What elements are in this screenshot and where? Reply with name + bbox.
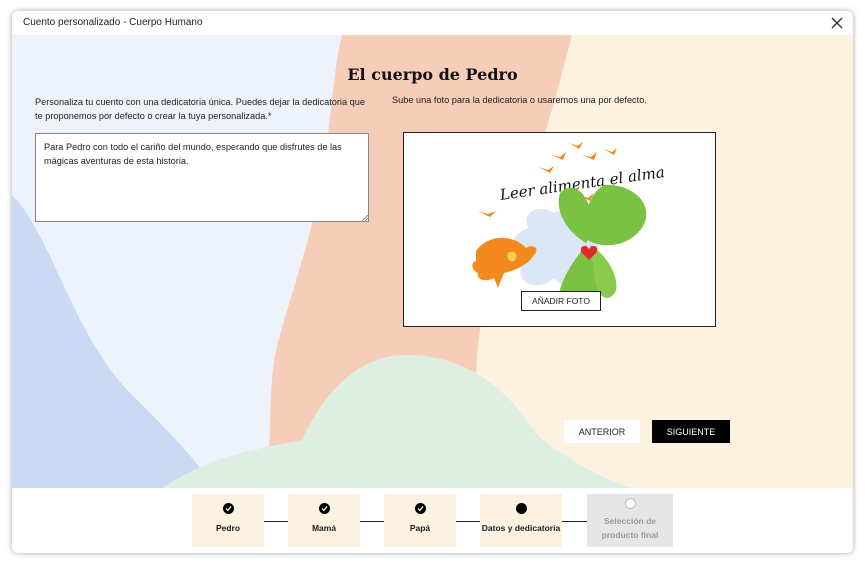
resize-handle-icon[interactable]: [362, 215, 368, 221]
step-pedro[interactable]: Pedro: [192, 494, 264, 547]
step-connector: [456, 521, 480, 522]
dialog-window: Cuento personalizado - Cuerpo Humano El …: [12, 11, 853, 553]
photo-upload-area[interactable]: Leer alimenta el alma AÑADIR FOTO: [403, 132, 716, 327]
step-connector: [360, 521, 384, 522]
page-title: El cuerpo de Pedro: [347, 65, 518, 84]
step-label: Papá: [409, 523, 431, 533]
step-connector: [562, 521, 587, 522]
previous-button[interactable]: ANTERIOR: [564, 420, 640, 443]
current-step-dot-icon: [515, 503, 527, 514]
close-icon[interactable]: [829, 15, 845, 31]
step-label: Pedro: [215, 523, 241, 533]
step-label: Mamá: [311, 523, 337, 533]
next-button[interactable]: SIGUIENTE: [652, 420, 730, 443]
photo-instructions: Sube una foto para la dedicatoria o usar…: [392, 95, 647, 105]
step-connector: [264, 521, 288, 522]
step-papa[interactable]: Papá: [384, 494, 456, 547]
step-datos-y-dedicatoria[interactable]: Datos y dedicatoria: [480, 494, 562, 547]
check-icon: [222, 503, 234, 514]
step-seleccion-producto-final: Selección de producto final: [587, 494, 673, 547]
pending-step-circle-icon: [624, 498, 636, 509]
progress-stepper: Pedro Mamá Papá Datos y dedicatoria Sele…: [12, 488, 853, 553]
dedication-textarea[interactable]: Para Pedro con todo el cariño del mundo,…: [35, 133, 369, 222]
step-label: Datos y dedicatoria: [481, 523, 561, 533]
title-bar: Cuento personalizado - Cuerpo Humano: [12, 11, 853, 35]
step-mama[interactable]: Mamá: [288, 494, 360, 547]
add-photo-button[interactable]: AÑADIR FOTO: [521, 291, 601, 311]
check-icon: [318, 503, 330, 514]
step-label: Selección de producto final: [601, 516, 659, 540]
check-icon: [414, 503, 426, 514]
window-title: Cuento personalizado - Cuerpo Humano: [23, 17, 203, 28]
content-area: El cuerpo de Pedro Personaliza tu cuento…: [12, 35, 853, 488]
dedication-instructions: Personaliza tu cuento con una dedicatori…: [35, 97, 365, 121]
